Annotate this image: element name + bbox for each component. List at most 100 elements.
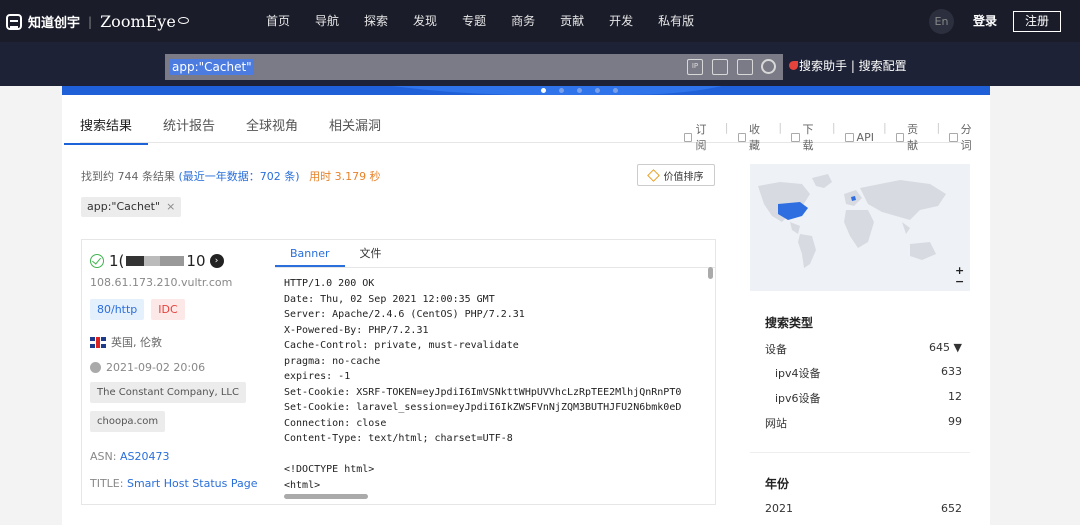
filter-count: 633 bbox=[941, 365, 962, 378]
sidebar: + − 搜索类型 设备 645 ▼ ipv4设备 633 ipv6设备 12 网… bbox=[750, 164, 970, 525]
asn-row: ASN: AS20473 bbox=[90, 450, 169, 463]
banner-line: expires: -1 bbox=[284, 371, 351, 382]
download-action[interactable]: 下载 bbox=[791, 121, 823, 153]
search-helper-links[interactable]: 搜索助手 | 搜索配置 bbox=[789, 57, 907, 74]
ip-address[interactable]: 1( 10 › bbox=[90, 252, 224, 270]
tab-global-view[interactable]: 全球视角 bbox=[246, 115, 298, 145]
tab-statistics[interactable]: 统计报告 bbox=[163, 115, 215, 145]
carousel-dot[interactable] bbox=[559, 88, 564, 93]
title-link[interactable]: Smart Host Status Page bbox=[127, 477, 258, 490]
tab-search-results[interactable]: 搜索结果 bbox=[64, 115, 149, 145]
filter-count: 99 bbox=[948, 415, 962, 428]
action-separator: | bbox=[724, 121, 729, 134]
filter-count: 12 bbox=[948, 390, 962, 403]
contribute-action[interactable]: 贡献 bbox=[895, 121, 928, 153]
result-summary: 1( 10 › 108.61.173.210.vultr.com 80/http… bbox=[82, 240, 275, 504]
tab-vulnerabilities[interactable]: 相关漏洞 bbox=[329, 115, 381, 145]
carousel-banner[interactable] bbox=[62, 86, 990, 95]
nav-item-home[interactable]: 首页 bbox=[266, 0, 290, 42]
filter-label: 2021 bbox=[765, 502, 793, 515]
subscribe-action[interactable]: 订阅 bbox=[684, 121, 716, 153]
nav-item-contribute[interactable]: 贡献 bbox=[560, 0, 584, 42]
filter-row-ipv4[interactable]: ipv4设备 633 bbox=[775, 365, 962, 381]
filter-row-year-2021[interactable]: 2021 652 bbox=[765, 502, 962, 515]
favorite-label: 收藏 bbox=[748, 123, 760, 152]
nav-item-topics[interactable]: 专题 bbox=[462, 0, 486, 42]
banner-line: Server: Apache/2.4.6 (CentOS) PHP/7.2.31 bbox=[284, 309, 525, 320]
search-query-text: app:"Cachet" bbox=[170, 59, 254, 75]
ip-search-icon[interactable]: IP bbox=[687, 59, 703, 75]
result-actions: 订阅 | 收藏 | 下载 | API | 贡献 | 分词 bbox=[684, 121, 990, 153]
nav-item-discover[interactable]: 发现 bbox=[413, 0, 437, 42]
nav-item-develop[interactable]: 开发 bbox=[609, 0, 633, 42]
nav-item-explore[interactable]: 探索 bbox=[364, 0, 388, 42]
port-badge[interactable]: 80/http bbox=[90, 299, 145, 320]
login-link[interactable]: 登录 bbox=[973, 0, 997, 42]
eye-icon bbox=[177, 17, 189, 24]
title-row: TITLE: Smart Host Status Page bbox=[90, 477, 257, 490]
location[interactable]: 英国, 伦敦 bbox=[90, 334, 162, 350]
language-toggle[interactable]: En bbox=[929, 9, 954, 34]
api-action[interactable]: API bbox=[844, 121, 874, 153]
carousel-dot[interactable] bbox=[595, 88, 600, 93]
bookmark-icon bbox=[684, 132, 693, 142]
subscribe-label: 订阅 bbox=[695, 123, 707, 152]
search-icon[interactable] bbox=[761, 59, 776, 74]
result-count: 找到约 744 条结果 (最近一年数据：702 条) 用时 3.179 秒 bbox=[81, 168, 381, 184]
active-filter-tag: app:"Cachet" × bbox=[81, 197, 182, 217]
image-search-icon[interactable] bbox=[712, 59, 728, 75]
type-badge[interactable]: IDC bbox=[151, 299, 185, 320]
asn-link[interactable]: AS20473 bbox=[120, 450, 170, 463]
organization-tag[interactable]: The Constant Company, LLC bbox=[90, 382, 246, 403]
filter-row-device[interactable]: 设备 645 ▼ bbox=[765, 341, 962, 357]
banner-line: Date: Thu, 02 Sep 2021 12:00:35 GMT bbox=[284, 293, 495, 305]
location-text: 英国, 伦敦 bbox=[111, 336, 162, 349]
nav-item-private[interactable]: 私有版 bbox=[658, 0, 694, 42]
carousel-dot[interactable] bbox=[541, 88, 546, 93]
tab-files[interactable]: 文件 bbox=[345, 240, 397, 267]
timestamp-text: 2021-09-02 20:06 bbox=[106, 361, 206, 374]
world-map-graphic bbox=[758, 174, 946, 268]
hostname[interactable]: 108.61.173.210.vultr.com bbox=[90, 276, 232, 289]
filter-row-website[interactable]: 网站 99 bbox=[765, 415, 962, 431]
banner-line: Content-Type: text/html; charset=UTF-8 bbox=[284, 433, 513, 444]
search-input[interactable]: app:"Cachet" IP bbox=[165, 54, 783, 80]
tokenize-action[interactable]: 分词 bbox=[949, 121, 981, 153]
result-tabs: 搜索结果 统计报告 全球视角 相关漏洞 bbox=[64, 115, 412, 145]
banner-line: <!DOCTYPE html> bbox=[284, 464, 375, 475]
zoom-out-button[interactable]: − bbox=[955, 276, 964, 287]
download-icon bbox=[791, 132, 800, 142]
close-icon[interactable]: × bbox=[166, 200, 175, 213]
horizontal-scrollbar[interactable] bbox=[284, 494, 368, 499]
link-icon bbox=[844, 132, 854, 142]
carousel-dot[interactable] bbox=[613, 88, 618, 93]
filter-row-ipv6[interactable]: ipv6设备 12 bbox=[775, 390, 962, 406]
isp-tag[interactable]: choopa.com bbox=[90, 411, 166, 432]
tokenize-label: 分词 bbox=[960, 123, 972, 152]
map-zoom-controls: + − bbox=[955, 265, 964, 287]
register-button[interactable]: 注册 bbox=[1013, 11, 1061, 32]
nav-item-business[interactable]: 商务 bbox=[511, 0, 535, 42]
chevron-right-icon[interactable]: › bbox=[209, 254, 224, 268]
favorite-action[interactable]: 收藏 bbox=[737, 121, 770, 153]
logo[interactable]: 知道创宇 | ZoomEye bbox=[6, 12, 189, 31]
vertical-scrollbar[interactable] bbox=[708, 267, 713, 279]
asn-label: ASN: bbox=[90, 450, 117, 463]
world-map[interactable]: + − bbox=[750, 164, 970, 291]
check-circle-icon bbox=[90, 254, 104, 268]
scan-icon[interactable] bbox=[737, 59, 753, 75]
banner-graphic bbox=[392, 86, 722, 95]
sort-by-value-button[interactable]: 价值排序 bbox=[637, 164, 715, 186]
tab-banner[interactable]: Banner bbox=[275, 240, 345, 267]
carousel-dots bbox=[541, 88, 631, 93]
action-separator: | bbox=[831, 121, 836, 134]
api-label: API bbox=[856, 130, 874, 144]
search-helper-label[interactable]: 搜索助手 | 搜索配置 bbox=[799, 57, 907, 74]
filter-label: 设备 bbox=[765, 343, 787, 356]
nav-item-navigation[interactable]: 导航 bbox=[315, 0, 339, 42]
year-title: 年份 bbox=[765, 477, 790, 491]
timestamp: 2021-09-02 20:06 bbox=[90, 361, 205, 374]
carousel-dot[interactable] bbox=[577, 88, 582, 93]
search-band: app:"Cachet" IP 搜索助手 | 搜索配置 bbox=[0, 42, 1080, 86]
recent-count-link[interactable]: (最近一年数据：702 条) bbox=[179, 170, 300, 183]
